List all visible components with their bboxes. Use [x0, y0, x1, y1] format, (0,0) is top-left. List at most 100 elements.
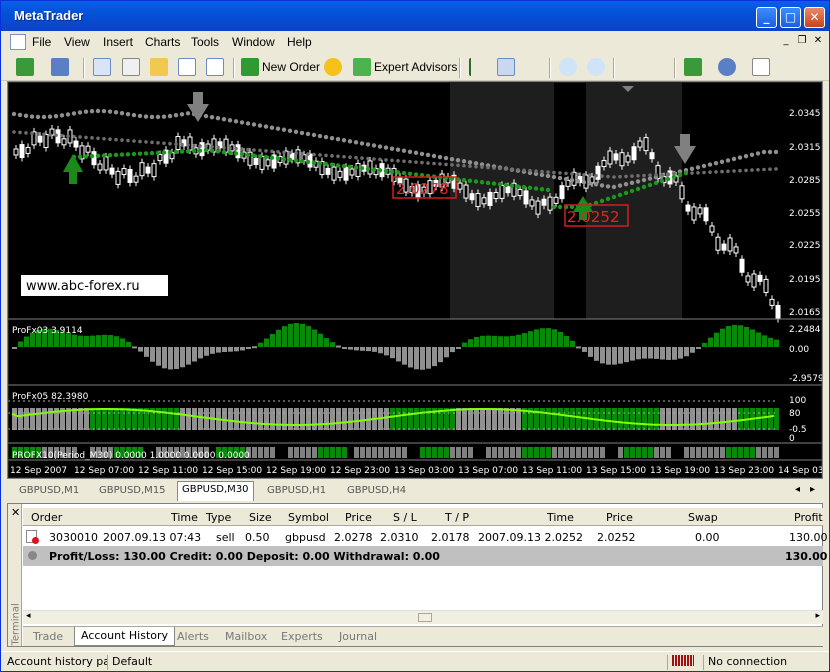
- indicator-bar: [402, 408, 407, 430]
- column-header[interactable]: Type: [206, 511, 231, 524]
- terminal-close-icon[interactable]: ✕: [11, 506, 20, 519]
- menu-insert[interactable]: Insert: [103, 35, 133, 49]
- tab-scroll-left-icon[interactable]: ◂: [795, 484, 800, 495]
- zoom-in-icon[interactable]: [559, 58, 577, 76]
- scroll-thumb[interactable]: [418, 613, 432, 622]
- trend-dot: [359, 166, 365, 171]
- column-header[interactable]: T / P: [445, 511, 469, 524]
- indicators-icon[interactable]: [684, 58, 702, 76]
- menu-file[interactable]: File: [32, 35, 51, 49]
- column-header[interactable]: Order: [31, 511, 62, 524]
- menu-help[interactable]: Help: [287, 35, 312, 49]
- mdi-child-icon[interactable]: [10, 34, 26, 50]
- chart-canvas[interactable]: www.abc-forex.ru 2.0278 2.0252 2.0345 2.…: [8, 82, 822, 478]
- indicator-bar: [180, 408, 185, 430]
- ma-dot: [30, 131, 34, 136]
- menu-view[interactable]: View: [64, 35, 90, 49]
- market-watch-icon[interactable]: [93, 58, 111, 76]
- strip-bar: [258, 447, 263, 458]
- chart-shift-icon[interactable]: [649, 58, 667, 76]
- strip-bar: [408, 447, 413, 458]
- trend-dot: [155, 150, 161, 155]
- navigator-icon[interactable]: [122, 58, 140, 76]
- column-header[interactable]: Symbol: [288, 511, 329, 524]
- menu-bar: File View Insert Charts Tools Window Hel…: [1, 31, 829, 53]
- tab-trade[interactable]: Trade: [33, 630, 63, 643]
- strip-bar: [750, 447, 755, 458]
- terminal-icon[interactable]: [178, 58, 196, 76]
- candlestick-icon[interactable]: [497, 58, 515, 76]
- ma-dot: [53, 113, 59, 119]
- chart-tab-active[interactable]: GBPUSD,M30: [177, 481, 254, 501]
- title-bar[interactable]: MetaTrader _ □ ✕: [1, 1, 829, 31]
- favorites-star-icon[interactable]: [150, 58, 168, 76]
- trend-dot: [293, 158, 299, 163]
- expert-advisors-button[interactable]: Expert Advisors: [374, 60, 457, 74]
- menu-window[interactable]: Window: [232, 35, 275, 49]
- horizontal-scrollbar[interactable]: ◂ ▸: [23, 610, 823, 624]
- indicator-bar: [462, 408, 467, 430]
- ma-dot: [276, 150, 280, 154]
- maximize-button[interactable]: □: [780, 7, 801, 28]
- tab-journal[interactable]: Journal: [339, 630, 377, 643]
- tab-account-history[interactable]: Account History: [74, 627, 176, 646]
- candle-body: [559, 185, 565, 200]
- close-button[interactable]: ✕: [804, 7, 825, 28]
- column-header[interactable]: Size: [249, 511, 272, 524]
- tab-alerts[interactable]: Alerts: [177, 630, 209, 643]
- trend-dot: [617, 192, 623, 198]
- strip-bar: [282, 447, 287, 458]
- strip-bar: [660, 447, 665, 458]
- strip-bar: [336, 447, 341, 458]
- templates-icon[interactable]: [752, 58, 770, 76]
- chart-tab[interactable]: GBPUSD,M1: [15, 483, 83, 500]
- trend-dot: [599, 198, 605, 204]
- column-header[interactable]: Price: [606, 511, 633, 524]
- new-order-icon[interactable]: [241, 58, 259, 76]
- new-order-button[interactable]: New Order: [262, 60, 320, 74]
- column-header[interactable]: S / L: [393, 511, 417, 524]
- column-header[interactable]: Time: [547, 511, 574, 524]
- column-header[interactable]: Time: [171, 511, 198, 524]
- minimize-button[interactable]: _: [756, 7, 777, 28]
- line-chart-icon[interactable]: [525, 58, 543, 76]
- chart-window[interactable]: www.abc-forex.ru 2.0278 2.0252 2.0345 2.…: [7, 81, 823, 479]
- ma-dot: [317, 133, 323, 139]
- column-header[interactable]: Profit: [794, 511, 823, 524]
- indicator-1-title: ProFx03 3.9114: [12, 326, 83, 336]
- expert-advisors-play-icon[interactable]: [353, 58, 371, 76]
- profiles-icon[interactable]: [51, 58, 69, 76]
- strip-bar: [450, 447, 455, 458]
- menu-charts[interactable]: Charts: [145, 35, 180, 49]
- tab-scroll-right-icon[interactable]: ▸: [810, 484, 815, 495]
- strategy-tester-icon[interactable]: [206, 58, 224, 76]
- tab-experts[interactable]: Experts: [281, 630, 323, 643]
- tab-mailbox[interactable]: Mailbox: [225, 630, 267, 643]
- indicator-bar: [630, 408, 635, 430]
- ma-dot: [749, 152, 755, 157]
- new-chart-icon[interactable]: [16, 58, 34, 76]
- expert-advisors-icon[interactable]: [324, 58, 342, 76]
- table-row[interactable]: 3030010 2007.09.13 07:43 sell 0.50 gbpus…: [23, 527, 828, 546]
- indicator-bar: [738, 408, 743, 430]
- time-tick: 12 Sep 19:00: [266, 466, 326, 476]
- column-header[interactable]: Swap: [688, 511, 718, 524]
- chart-tab[interactable]: GBPUSD,M15: [95, 483, 170, 500]
- zoom-out-icon[interactable]: [587, 58, 605, 76]
- mdi-minimize-button[interactable]: _: [779, 34, 793, 48]
- indicator-bar: [468, 408, 473, 430]
- chart-tab[interactable]: GBPUSD,H4: [343, 483, 410, 500]
- auto-scroll-icon[interactable]: [621, 58, 639, 76]
- ma-dot: [773, 149, 779, 155]
- scroll-left-icon[interactable]: ◂: [26, 611, 31, 621]
- scroll-right-icon[interactable]: ▸: [815, 611, 820, 621]
- bar-chart-icon[interactable]: [469, 58, 487, 76]
- periods-clock-icon[interactable]: [718, 58, 736, 76]
- candle-body: [493, 192, 499, 200]
- mdi-close-button[interactable]: ✕: [811, 34, 825, 48]
- histogram-bar: [462, 342, 467, 347]
- chart-tab[interactable]: GBPUSD,H1: [263, 483, 330, 500]
- column-header[interactable]: Price: [345, 511, 372, 524]
- menu-tools[interactable]: Tools: [191, 35, 219, 49]
- mdi-restore-button[interactable]: ❐: [795, 34, 809, 48]
